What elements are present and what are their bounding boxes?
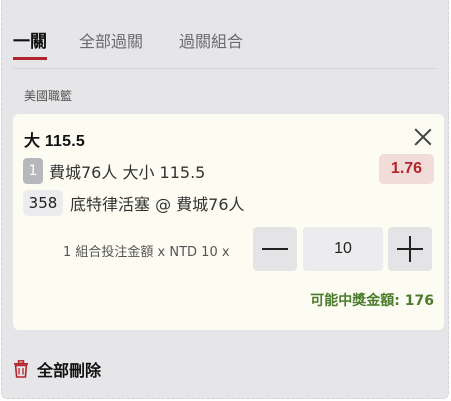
match-row: 358 底特律活塞 @ 費城76人 [23, 190, 245, 216]
increase-stake-button[interactable] [388, 227, 432, 271]
bet-slip-panel: 一關 全部過關 過關組合 美國職籃 大 115.5 1 費城76人 大小 115… [1, 0, 449, 399]
trash-icon [14, 360, 28, 378]
close-icon[interactable] [414, 128, 432, 146]
selection-row: 1 費城76人 大小 115.5 [23, 158, 205, 184]
stake-label: 1 組合投注金額 x NTD 10 x [63, 245, 230, 260]
decrease-stake-button[interactable] [253, 227, 297, 271]
bet-card: 大 115.5 1 費城76人 大小 115.5 1.76 358 底特律活塞 … [13, 114, 444, 330]
tabs-divider [13, 68, 437, 69]
stake-input[interactable] [303, 227, 383, 271]
tab-single[interactable]: 一關 [13, 31, 47, 60]
tab-all-parlay[interactable]: 全部過關 [79, 31, 143, 53]
tab-parlay-combo[interactable]: 過關組合 [179, 31, 243, 53]
selection-number-badge: 1 [23, 158, 43, 184]
match-text: 底特律活塞 @ 費城76人 [70, 195, 245, 214]
minus-icon [262, 248, 288, 251]
selection-text: 費城76人 大小 115.5 [49, 163, 206, 182]
odds-badge: 1.76 [379, 154, 434, 184]
delete-all-button[interactable]: 全部刪除 [13, 357, 101, 381]
league-label: 美國職籃 [24, 89, 73, 103]
potential-payout: 可能中獎金額: 176 [310, 293, 434, 309]
match-code-badge: 358 [23, 190, 63, 216]
bet-title: 大 115.5 [24, 133, 86, 150]
delete-all-label: 全部刪除 [37, 361, 102, 380]
